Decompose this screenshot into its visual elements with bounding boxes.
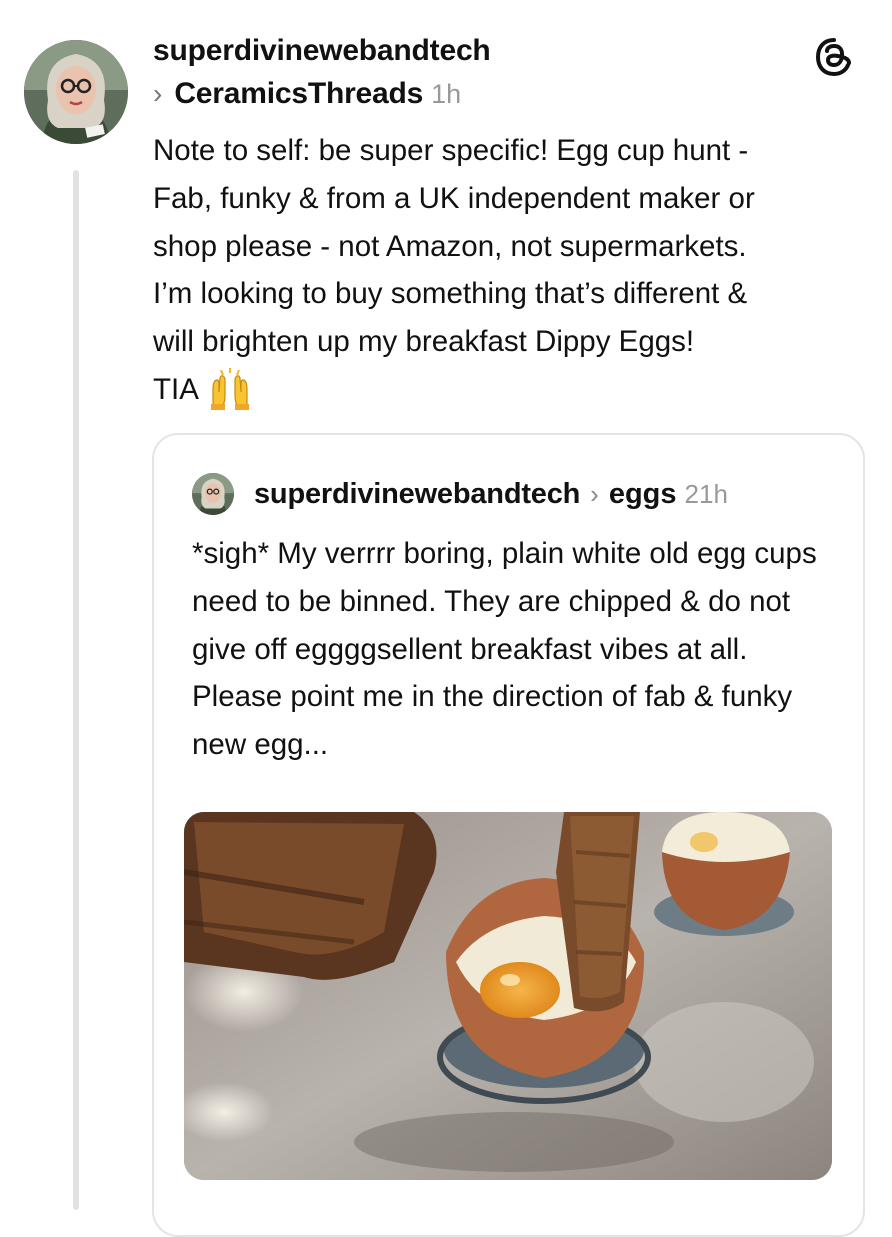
chevron-right-icon: ›: [153, 78, 163, 109]
quoted-username[interactable]: superdivinewebandtech: [254, 478, 580, 511]
post-closing: TIA: [153, 366, 253, 414]
closing-text: TIA: [153, 373, 199, 406]
quoted-community-link[interactable]: eggs: [609, 478, 677, 511]
quoted-post-card[interactable]: superdivinewebandtech › eggs 21h *sigh* …: [152, 433, 865, 1237]
post-time: 1h: [431, 78, 462, 109]
post-username[interactable]: superdivinewebandtech: [153, 34, 491, 68]
quoted-time: 21h: [684, 478, 728, 509]
community-link[interactable]: CeramicsThreads: [174, 77, 423, 111]
raised-hands-icon: [207, 366, 253, 415]
boiled-eggs-with-toast-soldiers-photo[interactable]: [184, 812, 832, 1180]
quoted-avatar[interactable]: [192, 473, 234, 515]
quoted-header: superdivinewebandtech › eggs 21h: [254, 473, 728, 515]
thread-line: [73, 170, 79, 1210]
post-body: Note to self: be super specific! Egg cup…: [153, 134, 755, 359]
threads-logo-icon[interactable]: [812, 35, 856, 79]
avatar[interactable]: [24, 40, 128, 144]
community-row: › CeramicsThreads 1h: [153, 76, 461, 112]
chevron-right-icon: ›: [590, 478, 599, 509]
quoted-body: *sigh* My verrrr boring, plain white old…: [192, 537, 817, 762]
